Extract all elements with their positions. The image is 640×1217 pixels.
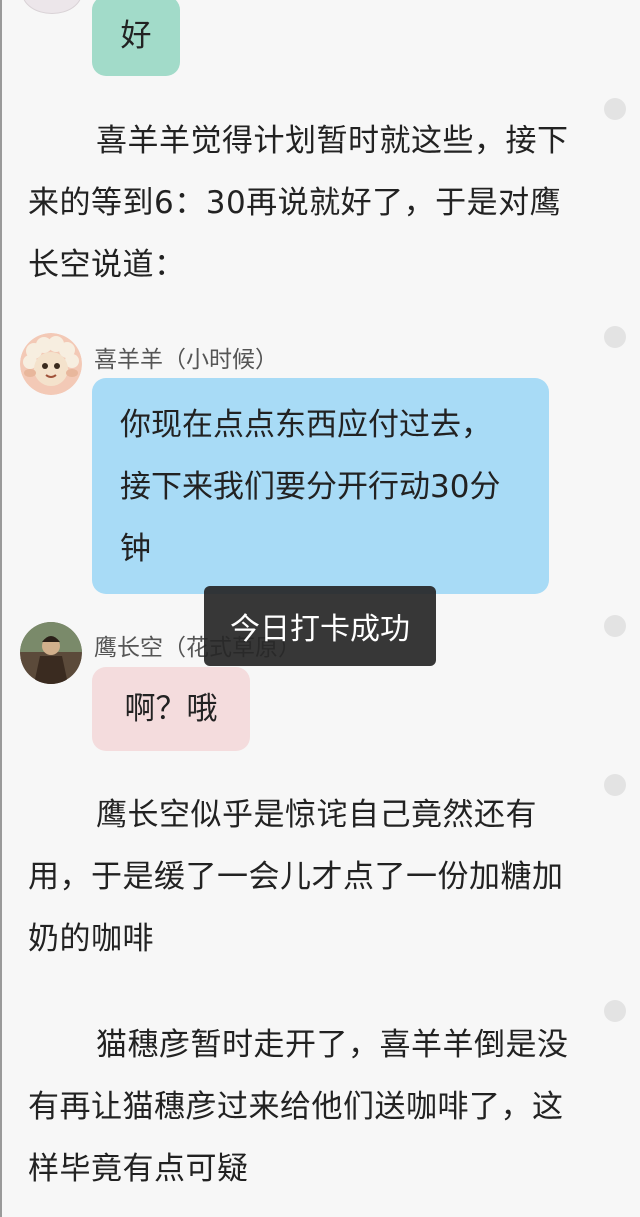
narration-paragraph: 鹰长空似乎是惊诧自己竟然还有用，于是缓了一会儿才点了一份加糖加奶的咖啡: [28, 784, 588, 970]
dialogue-text: 你现在点点东西应付过去，接下来我们要分开行动30分钟: [120, 407, 501, 567]
paragraph-comment-dot-icon[interactable]: [604, 98, 626, 120]
reply-bubble-text: 好: [120, 18, 152, 54]
paragraph-comment-dot-icon[interactable]: [604, 326, 626, 348]
speaker-name: 喜羊羊（小时候）: [94, 347, 278, 373]
page-left-border: [0, 0, 2, 1217]
sheep-avatar-icon[interactable]: [20, 333, 82, 395]
paragraph-comment-dot-icon[interactable]: [604, 1000, 626, 1022]
toast-text: 今日打卡成功: [230, 612, 410, 647]
narration-paragraph: 猫穗彦暂时走开了，喜羊羊倒是没有再让猫穗彦过来给他们送咖啡了，这样毕竟有点可疑: [28, 1014, 588, 1200]
paragraph-comment-dot-icon[interactable]: [604, 615, 626, 637]
dialogue-text: 啊？哦: [124, 691, 218, 727]
eagle-avatar-icon[interactable]: [20, 622, 82, 684]
eagle-dialogue-bubble[interactable]: 啊？哦: [92, 667, 250, 751]
paragraph-comment-dot-icon[interactable]: [604, 774, 626, 796]
sheep-dialogue-bubble[interactable]: 你现在点点东西应付过去，接下来我们要分开行动30分钟: [92, 378, 549, 594]
narration-paragraph: 喜羊羊觉得计划暂时就这些，接下来的等到6：30再说就好了，于是对鹰长空说道：: [28, 110, 588, 296]
narration-text: 喜羊羊觉得计划暂时就这些，接下来的等到6：30再说就好了，于是对鹰长空说道：: [28, 123, 569, 283]
reply-bubble[interactable]: 好: [92, 0, 180, 76]
partial-avatar-icon: [22, 0, 82, 14]
narration-text: 鹰长空似乎是惊诧自己竟然还有用，于是缓了一会儿才点了一份加糖加奶的咖啡: [28, 797, 564, 957]
checkin-success-toast: 今日打卡成功: [204, 586, 436, 666]
narration-text: 猫穗彦暂时走开了，喜羊羊倒是没有再让猫穗彦过来给他们送咖啡了，这样毕竟有点可疑: [28, 1027, 569, 1187]
